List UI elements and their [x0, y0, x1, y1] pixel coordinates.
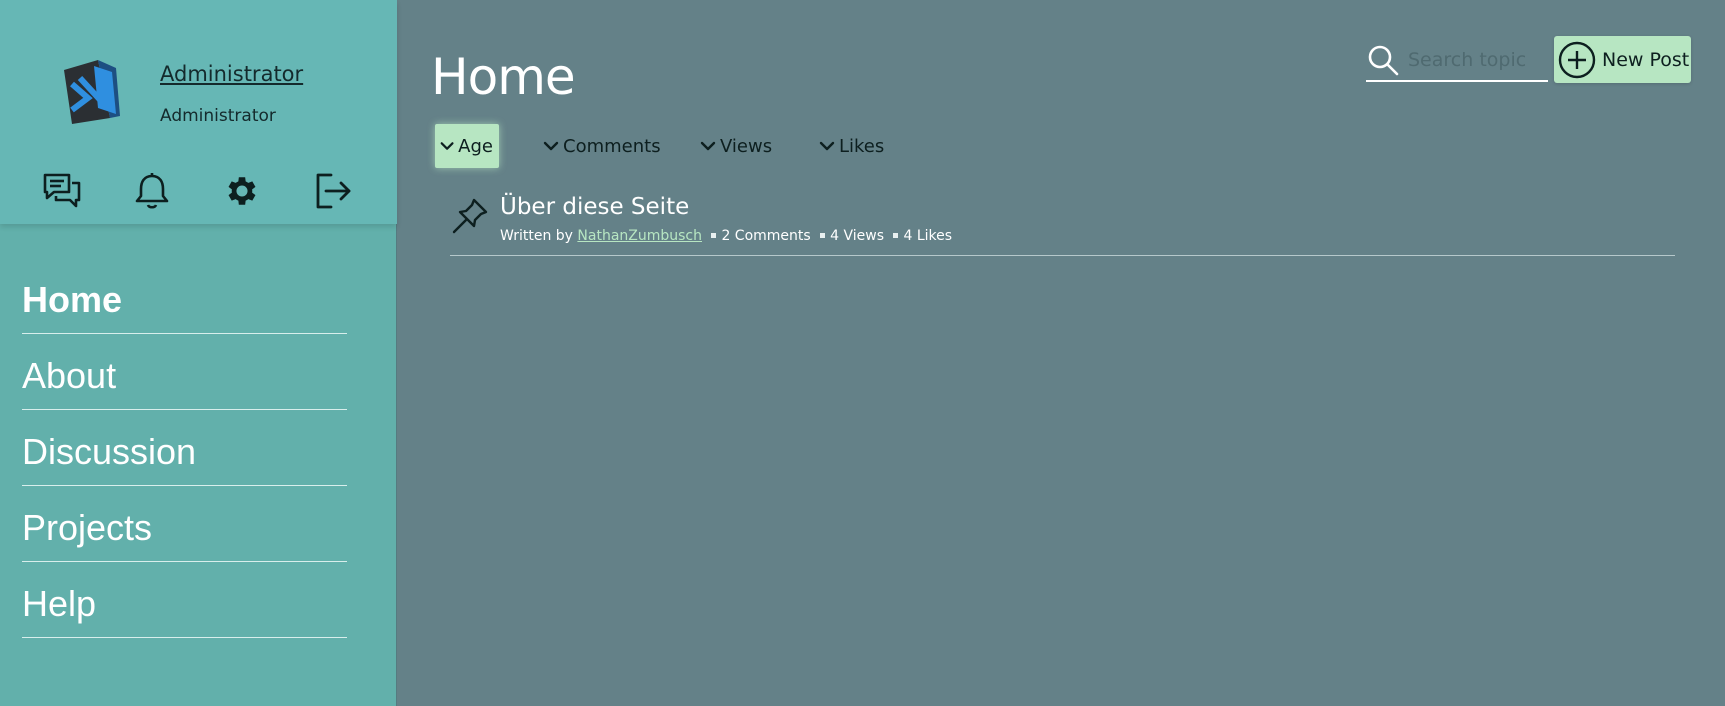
main-nav: Home About Discussion Projects Help [22, 258, 347, 638]
user-role: Administrator [160, 106, 276, 126]
sidebar: Administrator Administrator Home About D… [0, 0, 397, 706]
pin-icon [452, 198, 488, 234]
messages-button[interactable] [39, 168, 85, 214]
settings-button[interactable] [219, 168, 265, 214]
chevron-down-icon [440, 142, 454, 150]
written-by-label: Written by [500, 228, 573, 244]
filter-views[interactable]: Views [699, 124, 772, 168]
user-name-link[interactable]: Administrator [160, 62, 303, 86]
nav-item-about[interactable]: About [22, 334, 347, 410]
page-title: Home [431, 48, 576, 106]
filter-label: Age [458, 135, 493, 157]
nav-item-label: Help [22, 582, 97, 624]
search-icon[interactable] [1366, 43, 1400, 77]
filter-likes[interactable]: Likes [818, 124, 884, 168]
post-comments-count: 2 Comments [721, 228, 811, 244]
nav-item-discussion[interactable]: Discussion [22, 410, 347, 486]
bell-icon [135, 173, 169, 209]
plus-circle-icon [1558, 41, 1596, 78]
post-meta: Written by NathanZumbusch 2 Comments 4 V… [500, 228, 952, 244]
separator-dot [893, 232, 899, 238]
post-title-link[interactable]: Über diese Seite [500, 194, 689, 220]
chevron-down-icon [700, 141, 716, 151]
nav-item-label: Projects [22, 506, 153, 548]
search-box [1366, 40, 1548, 82]
avatar[interactable] [58, 56, 124, 126]
filter-label: Views [720, 135, 773, 157]
chevron-down-icon [819, 141, 835, 151]
new-post-label: New Post [1602, 48, 1690, 71]
logout-button[interactable] [310, 168, 356, 214]
nav-item-projects[interactable]: Projects [22, 486, 347, 562]
profile-panel: Administrator Administrator [0, 0, 397, 224]
post-views-count: 4 Views [830, 228, 885, 244]
notifications-button[interactable] [129, 168, 175, 214]
post-author-link[interactable]: NathanZumbusch [577, 228, 702, 244]
logout-icon [316, 173, 351, 209]
nav-item-home[interactable]: Home [22, 258, 347, 334]
profile-actions [0, 168, 397, 216]
post-list-item: Über diese Seite Written by NathanZumbus… [450, 190, 1675, 256]
filter-label: Comments [563, 135, 661, 157]
post-likes-count: 4 Likes [903, 228, 953, 244]
filter-comments[interactable]: Comments [542, 124, 661, 168]
new-post-button[interactable]: New Post [1554, 36, 1691, 83]
filter-label: Likes [839, 135, 885, 157]
nav-item-help[interactable]: Help [22, 562, 347, 638]
separator-dot [820, 232, 826, 238]
search-input[interactable] [1408, 49, 1538, 71]
nav-item-label: Discussion [22, 430, 197, 472]
chat-icon [43, 173, 81, 208]
nav-item-label: Home [22, 278, 123, 320]
nav-item-label: About [22, 354, 117, 396]
gear-icon [228, 177, 256, 205]
separator-dot [711, 232, 717, 238]
filter-age[interactable]: Age [435, 124, 499, 168]
chevron-down-icon [543, 141, 559, 151]
